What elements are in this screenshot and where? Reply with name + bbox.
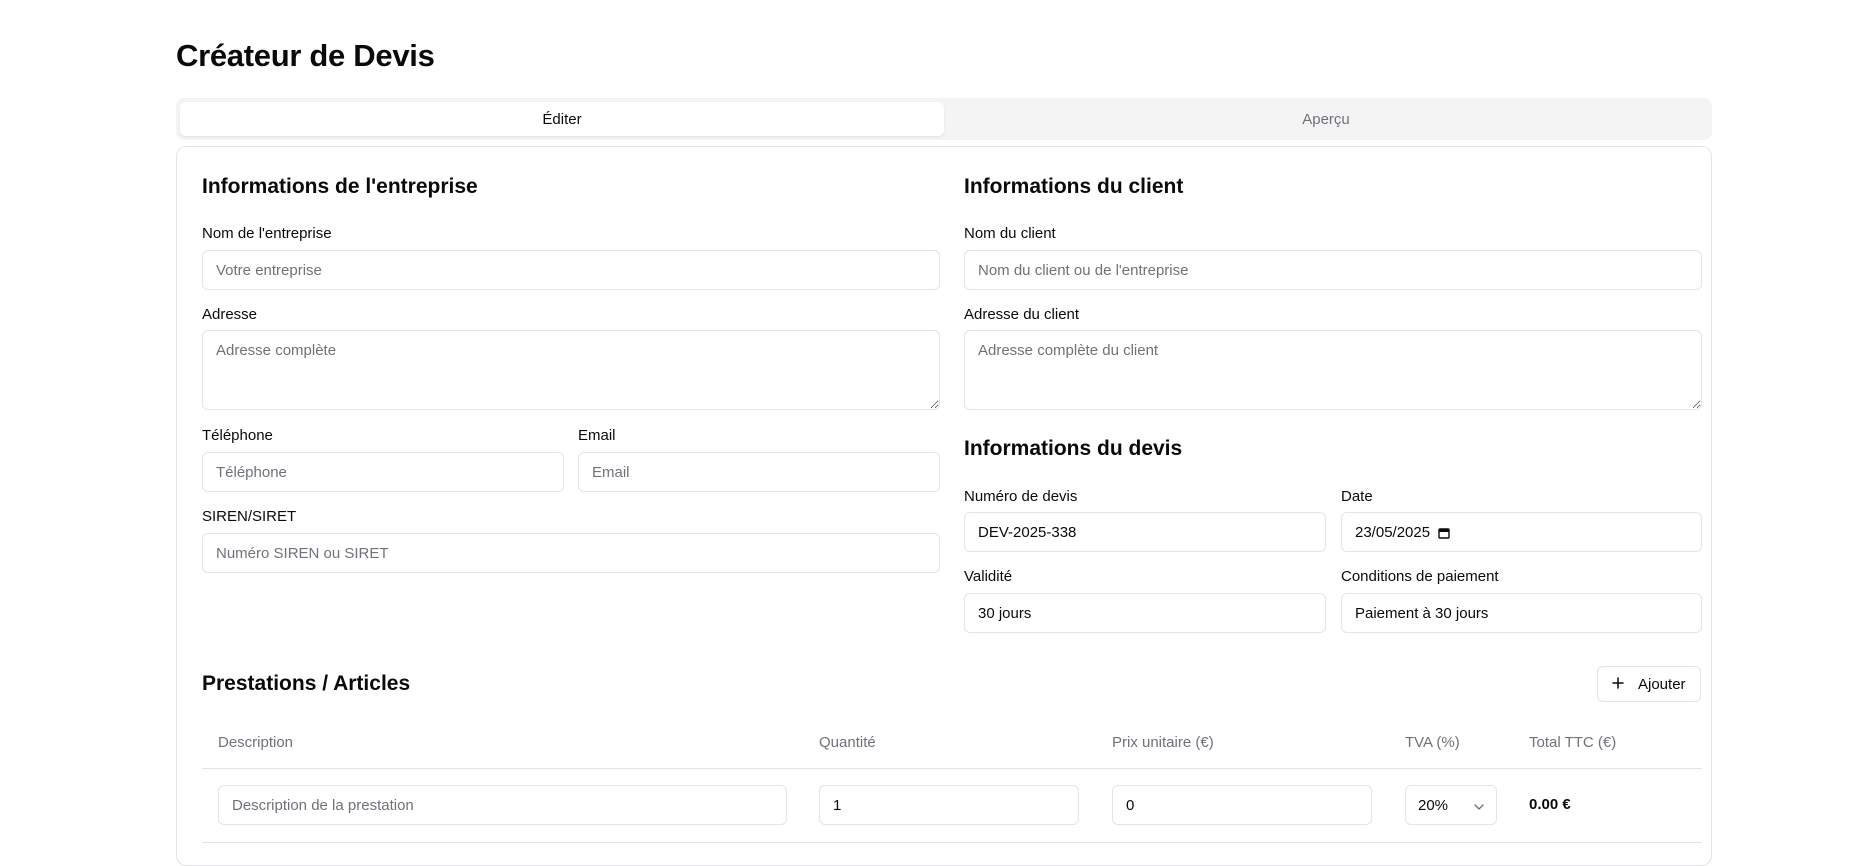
page-title: Créateur de Devis (176, 38, 435, 73)
company-section-heading: Informations de l'entreprise (202, 175, 478, 198)
quote-number-input[interactable] (964, 512, 1326, 552)
company-address-label: Adresse (202, 306, 258, 323)
add-item-button[interactable]: Ajouter (1597, 666, 1701, 702)
company-siren-label: SIREN/SIRET (202, 508, 297, 525)
company-name-input[interactable] (202, 250, 940, 290)
company-phone-label: Téléphone (202, 427, 273, 444)
quote-date-label: Date (1341, 488, 1373, 505)
company-name-label: Nom de l'entreprise (202, 225, 332, 242)
table-row-divider (202, 842, 1702, 843)
client-address-label: Adresse du client (964, 306, 1080, 323)
quote-date-input[interactable]: 23/05/2025 (1341, 512, 1702, 552)
company-phone-input[interactable] (202, 452, 564, 492)
editor-card: Informations de l'entreprise Nom de l'en… (176, 146, 1712, 866)
item-vat-select[interactable]: 20% (1405, 785, 1497, 825)
quote-section-heading: Informations du devis (964, 437, 1183, 460)
quote-date-value: 23/05/2025 (1355, 523, 1431, 541)
column-header-description: Description (218, 734, 294, 751)
company-email-label: Email (578, 427, 616, 444)
tab-edit[interactable]: Éditer (180, 102, 944, 136)
calendar-icon[interactable] (1438, 526, 1450, 539)
add-item-label: Ajouter (1638, 675, 1686, 693)
tab-preview[interactable]: Aperçu (944, 102, 1708, 136)
client-name-label: Nom du client (964, 225, 1056, 242)
column-header-unit-price: Prix unitaire (€) (1112, 734, 1214, 751)
chevron-down-icon (1474, 797, 1484, 814)
company-address-input[interactable] (202, 330, 940, 410)
item-total: 0.00 € (1529, 796, 1571, 813)
payment-terms-input[interactable] (1341, 593, 1702, 633)
item-quantity-input[interactable] (819, 785, 1079, 825)
validity-input[interactable] (964, 593, 1326, 633)
company-email-input[interactable] (578, 452, 940, 492)
company-siren-input[interactable] (202, 533, 940, 573)
client-section-heading: Informations du client (964, 175, 1184, 198)
plus-icon (1612, 676, 1624, 693)
validity-label: Validité (964, 568, 1013, 585)
column-header-quantity: Quantité (819, 734, 876, 751)
table-header-divider (202, 768, 1702, 769)
item-description-input[interactable] (218, 785, 787, 825)
payment-terms-label: Conditions de paiement (1341, 568, 1499, 585)
column-header-vat: TVA (%) (1405, 734, 1460, 751)
tab-list: Éditer Aperçu (176, 98, 1712, 140)
client-address-input[interactable] (964, 330, 1702, 410)
items-section-heading: Prestations / Articles (202, 672, 411, 695)
item-unit-price-input[interactable] (1112, 785, 1372, 825)
quote-number-label: Numéro de devis (964, 488, 1078, 505)
item-vat-value: 20% (1418, 796, 1449, 814)
column-header-total: Total TTC (€) (1529, 734, 1617, 751)
client-name-input[interactable] (964, 250, 1702, 290)
